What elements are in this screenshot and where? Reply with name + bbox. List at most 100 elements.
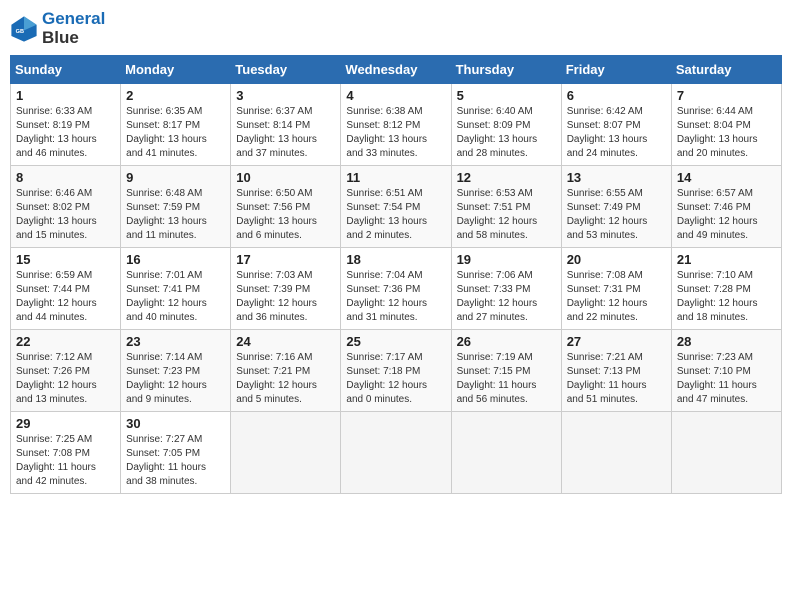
day-info: Sunrise: 6:55 AM Sunset: 7:49 PM Dayligh…: [567, 187, 666, 243]
day-number: 9: [126, 170, 225, 185]
calendar-cell: 8Sunrise: 6:46 AM Sunset: 8:02 PM Daylig…: [11, 166, 121, 248]
calendar-cell: 23 Sunrise: 7:14 AM Sunset: 7:23 PM Dayli…: [121, 330, 231, 412]
day-number: 1: [16, 88, 115, 103]
day-info: Sunrise: 7:08 AM Sunset: 7:31 PM Dayligh…: [567, 269, 666, 325]
calendar-cell: 13 Sunrise: 6:55 AM Sunset: 7:49 PM Dayli…: [561, 166, 671, 248]
calendar-cell: 9 Sunrise: 6:48 AM Sunset: 7:59 PM Daylig…: [121, 166, 231, 248]
day-number: 4: [346, 88, 445, 103]
calendar-cell: 10 Sunrise: 6:50 AM Sunset: 7:56 PM Dayli…: [231, 166, 341, 248]
calendar-cell: 29Sunrise: 7:25 AM Sunset: 7:08 PM Dayli…: [11, 412, 121, 494]
calendar-cell: 26Sunrise: 7:19 AM Sunset: 7:15 PM Dayli…: [451, 330, 561, 412]
calendar-cell: 15 Sunrise: 6:59 AM Sunset: 7:44 PM Dayli…: [11, 248, 121, 330]
calendar-cell: 20Sunrise: 7:08 AM Sunset: 7:31 PM Dayli…: [561, 248, 671, 330]
calendar-cell: 18 Sunrise: 7:04 AM Sunset: 7:36 PM Dayli…: [341, 248, 451, 330]
day-info: Sunrise: 6:37 AM Sunset: 8:14 PM Dayligh…: [236, 105, 335, 161]
day-info: Sunrise: 7:10 AM Sunset: 7:28 PM Dayligh…: [677, 269, 776, 325]
day-number: 28: [677, 334, 776, 349]
logo: GB General Blue: [10, 10, 105, 47]
calendar-cell: [671, 412, 781, 494]
calendar-cell: 24 Sunrise: 7:16 AM Sunset: 7:21 PM Dayli…: [231, 330, 341, 412]
calendar-cell: 6 Sunrise: 6:42 AM Sunset: 8:07 PM Daylig…: [561, 84, 671, 166]
day-number: 6: [567, 88, 666, 103]
day-number: 8: [16, 170, 115, 185]
day-number: 12: [457, 170, 556, 185]
day-info: Sunrise: 7:14 AM Sunset: 7:23 PM Dayligh…: [126, 351, 225, 407]
calendar-cell: 27 Sunrise: 7:21 AM Sunset: 7:13 PM Dayli…: [561, 330, 671, 412]
day-info: Sunrise: 6:53 AM Sunset: 7:51 PM Dayligh…: [457, 187, 556, 243]
calendar-cell: [451, 412, 561, 494]
col-header-saturday: Saturday: [671, 56, 781, 84]
day-info: Sunrise: 7:17 AM Sunset: 7:18 PM Dayligh…: [346, 351, 445, 407]
day-info: Sunrise: 7:12 AM Sunset: 7:26 PM Dayligh…: [16, 351, 115, 407]
calendar-cell: 4 Sunrise: 6:38 AM Sunset: 8:12 PM Daylig…: [341, 84, 451, 166]
day-number: 30: [126, 416, 225, 431]
day-info: Sunrise: 6:44 AM Sunset: 8:04 PM Dayligh…: [677, 105, 776, 161]
day-info: Sunrise: 6:59 AM Sunset: 7:44 PM Dayligh…: [16, 269, 115, 325]
col-header-wednesday: Wednesday: [341, 56, 451, 84]
calendar-cell: 14 Sunrise: 6:57 AM Sunset: 7:46 PM Dayli…: [671, 166, 781, 248]
page-header: GB General Blue: [10, 10, 782, 47]
day-number: 23: [126, 334, 225, 349]
logo-icon: GB: [10, 15, 38, 43]
day-info: Sunrise: 7:21 AM Sunset: 7:13 PM Dayligh…: [567, 351, 666, 407]
day-info: Sunrise: 7:01 AM Sunset: 7:41 PM Dayligh…: [126, 269, 225, 325]
header-row: SundayMondayTuesdayWednesdayThursdayFrid…: [11, 56, 782, 84]
day-info: Sunrise: 7:19 AM Sunset: 7:15 PM Dayligh…: [457, 351, 556, 407]
day-info: Sunrise: 6:35 AM Sunset: 8:17 PM Dayligh…: [126, 105, 225, 161]
calendar-row-1: 1Sunrise: 6:33 AM Sunset: 8:19 PM Daylig…: [11, 84, 782, 166]
day-info: Sunrise: 6:57 AM Sunset: 7:46 PM Dayligh…: [677, 187, 776, 243]
calendar-cell: 17Sunrise: 7:03 AM Sunset: 7:39 PM Dayli…: [231, 248, 341, 330]
calendar-cell: 30 Sunrise: 7:27 AM Sunset: 7:05 PM Dayli…: [121, 412, 231, 494]
col-header-monday: Monday: [121, 56, 231, 84]
calendar-cell: 25 Sunrise: 7:17 AM Sunset: 7:18 PM Dayli…: [341, 330, 451, 412]
logo-text: General Blue: [42, 10, 105, 47]
day-info: Sunrise: 6:51 AM Sunset: 7:54 PM Dayligh…: [346, 187, 445, 243]
day-info: Sunrise: 6:42 AM Sunset: 8:07 PM Dayligh…: [567, 105, 666, 161]
day-info: Sunrise: 7:25 AM Sunset: 7:08 PM Dayligh…: [16, 433, 115, 489]
day-number: 18: [346, 252, 445, 267]
col-header-friday: Friday: [561, 56, 671, 84]
svg-text:GB: GB: [16, 29, 24, 35]
calendar-cell: 12 Sunrise: 6:53 AM Sunset: 7:51 PM Dayli…: [451, 166, 561, 248]
day-number: 14: [677, 170, 776, 185]
day-info: Sunrise: 7:27 AM Sunset: 7:05 PM Dayligh…: [126, 433, 225, 489]
day-number: 5: [457, 88, 556, 103]
day-number: 27: [567, 334, 666, 349]
day-number: 2: [126, 88, 225, 103]
calendar-cell: 22Sunrise: 7:12 AM Sunset: 7:26 PM Dayli…: [11, 330, 121, 412]
day-number: 19: [457, 252, 556, 267]
calendar-cell: 3 Sunrise: 6:37 AM Sunset: 8:14 PM Daylig…: [231, 84, 341, 166]
calendar-cell: 7Sunrise: 6:44 AM Sunset: 8:04 PM Daylig…: [671, 84, 781, 166]
day-info: Sunrise: 6:50 AM Sunset: 7:56 PM Dayligh…: [236, 187, 335, 243]
calendar-cell: [231, 412, 341, 494]
day-info: Sunrise: 7:23 AM Sunset: 7:10 PM Dayligh…: [677, 351, 776, 407]
col-header-thursday: Thursday: [451, 56, 561, 84]
day-info: Sunrise: 6:48 AM Sunset: 7:59 PM Dayligh…: [126, 187, 225, 243]
day-number: 13: [567, 170, 666, 185]
calendar-cell: [341, 412, 451, 494]
calendar-cell: 19Sunrise: 7:06 AM Sunset: 7:33 PM Dayli…: [451, 248, 561, 330]
day-number: 15: [16, 252, 115, 267]
calendar-cell: 21 Sunrise: 7:10 AM Sunset: 7:28 PM Dayli…: [671, 248, 781, 330]
day-number: 16: [126, 252, 225, 267]
calendar-cell: 28 Sunrise: 7:23 AM Sunset: 7:10 PM Dayli…: [671, 330, 781, 412]
col-header-sunday: Sunday: [11, 56, 121, 84]
calendar-row-3: 15 Sunrise: 6:59 AM Sunset: 7:44 PM Dayli…: [11, 248, 782, 330]
calendar-cell: [561, 412, 671, 494]
day-info: Sunrise: 7:03 AM Sunset: 7:39 PM Dayligh…: [236, 269, 335, 325]
day-number: 3: [236, 88, 335, 103]
day-info: Sunrise: 6:40 AM Sunset: 8:09 PM Dayligh…: [457, 105, 556, 161]
day-number: 24: [236, 334, 335, 349]
day-info: Sunrise: 7:04 AM Sunset: 7:36 PM Dayligh…: [346, 269, 445, 325]
calendar-cell: 11 Sunrise: 6:51 AM Sunset: 7:54 PM Dayli…: [341, 166, 451, 248]
day-number: 25: [346, 334, 445, 349]
calendar-cell: 1Sunrise: 6:33 AM Sunset: 8:19 PM Daylig…: [11, 84, 121, 166]
day-info: Sunrise: 7:16 AM Sunset: 7:21 PM Dayligh…: [236, 351, 335, 407]
col-header-tuesday: Tuesday: [231, 56, 341, 84]
day-number: 11: [346, 170, 445, 185]
calendar-cell: 16 Sunrise: 7:01 AM Sunset: 7:41 PM Dayli…: [121, 248, 231, 330]
day-info: Sunrise: 6:38 AM Sunset: 8:12 PM Dayligh…: [346, 105, 445, 161]
day-number: 21: [677, 252, 776, 267]
calendar-cell: 2 Sunrise: 6:35 AM Sunset: 8:17 PM Daylig…: [121, 84, 231, 166]
day-number: 10: [236, 170, 335, 185]
